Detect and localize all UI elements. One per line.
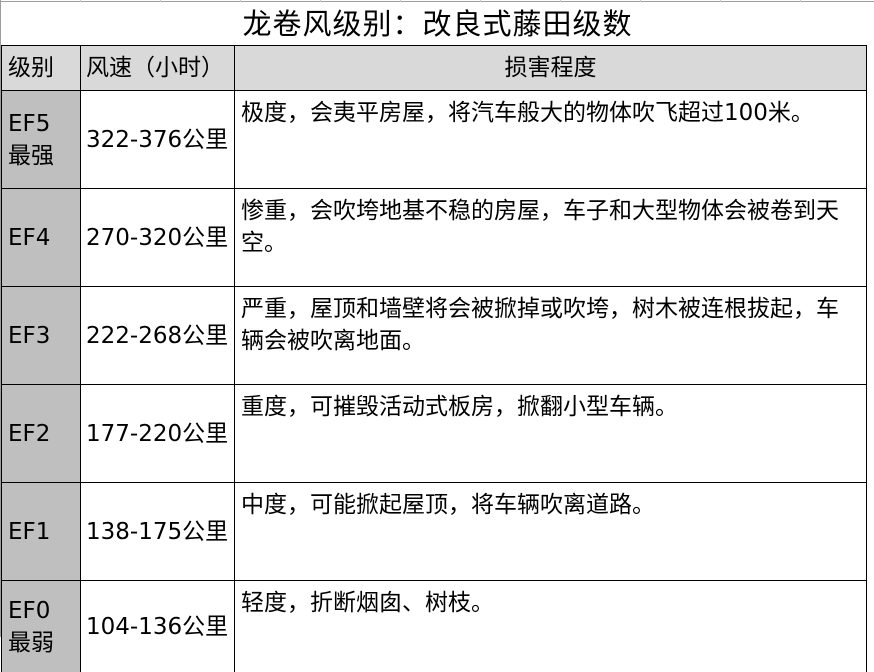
table-row: EF4 270-320公里 惨重，会吹垮地基不稳的房屋，车子和大型物体会被卷到天…	[2, 189, 867, 287]
level-cell[interactable]: EF5 最强	[2, 91, 81, 189]
damage-cell[interactable]: 极度，会夷平房屋，将汽车般大的物体吹飞超过100米。	[235, 91, 867, 189]
wind-speed-cell[interactable]: 270-320公里	[81, 189, 235, 287]
tornado-scale-table: 级别 风速（小时） 损害程度 EF5 最强 322-376公里 极度，会夷平房屋，…	[1, 45, 867, 672]
damage-cell[interactable]: 重度，可摧毁活动式板房，掀翻小型车辆。	[235, 385, 867, 483]
header-row: 级别 风速（小时） 损害程度	[2, 46, 867, 91]
wind-speed-cell[interactable]: 177-220公里	[81, 385, 235, 483]
damage-cell[interactable]: 惨重，会吹垮地基不稳的房屋，车子和大型物体会被卷到天空。	[235, 189, 867, 287]
level-code: EF0	[8, 598, 50, 624]
level-cell[interactable]: EF3	[2, 287, 81, 385]
table-row: EF3 222-268公里 严重，屋顶和墙壁将会被掀掉或吹垮，树木被连根拔起，车…	[2, 287, 867, 385]
level-cell[interactable]: EF1	[2, 483, 81, 581]
table-row: EF1 138-175公里 中度，可能掀起屋顶，将车辆吹离道路。	[2, 483, 867, 581]
table-row: EF5 最强 322-376公里 极度，会夷平房屋，将汽车般大的物体吹飞超过100…	[2, 91, 867, 189]
table-row: EF0 最弱 104-136公里 轻度，折断烟囱、树枝。	[2, 581, 867, 672]
level-cell[interactable]: EF2	[2, 385, 81, 483]
damage-cell[interactable]: 轻度，折断烟囱、树枝。	[235, 581, 867, 672]
level-code: EF5	[8, 111, 50, 137]
level-cell[interactable]: EF0 最弱	[2, 581, 81, 672]
wind-speed-cell[interactable]: 222-268公里	[81, 287, 235, 385]
level-cell[interactable]: EF4	[2, 189, 81, 287]
wind-speed-cell[interactable]: 104-136公里	[81, 581, 235, 672]
damage-cell[interactable]: 严重，屋顶和墙壁将会被掀掉或吹垮，树木被连根拔起，车辆会被吹离地面。	[235, 287, 867, 385]
wind-speed-cell[interactable]: 138-175公里	[81, 483, 235, 581]
wind-speed-cell[interactable]: 322-376公里	[81, 91, 235, 189]
header-damage[interactable]: 损害程度	[235, 46, 867, 91]
header-wind-speed[interactable]: 风速（小时）	[81, 46, 235, 91]
spreadsheet-column-gridlines	[0, 0, 874, 2]
damage-cell[interactable]: 中度，可能掀起屋顶，将车辆吹离道路。	[235, 483, 867, 581]
level-note: 最强	[8, 143, 54, 169]
table-row: EF2 177-220公里 重度，可摧毁活动式板房，掀翻小型车辆。	[2, 385, 867, 483]
header-level[interactable]: 级别	[2, 46, 81, 91]
table-title: 龙卷风级别：改良式藤田级数	[1, 3, 874, 45]
level-note: 最弱	[8, 630, 54, 656]
